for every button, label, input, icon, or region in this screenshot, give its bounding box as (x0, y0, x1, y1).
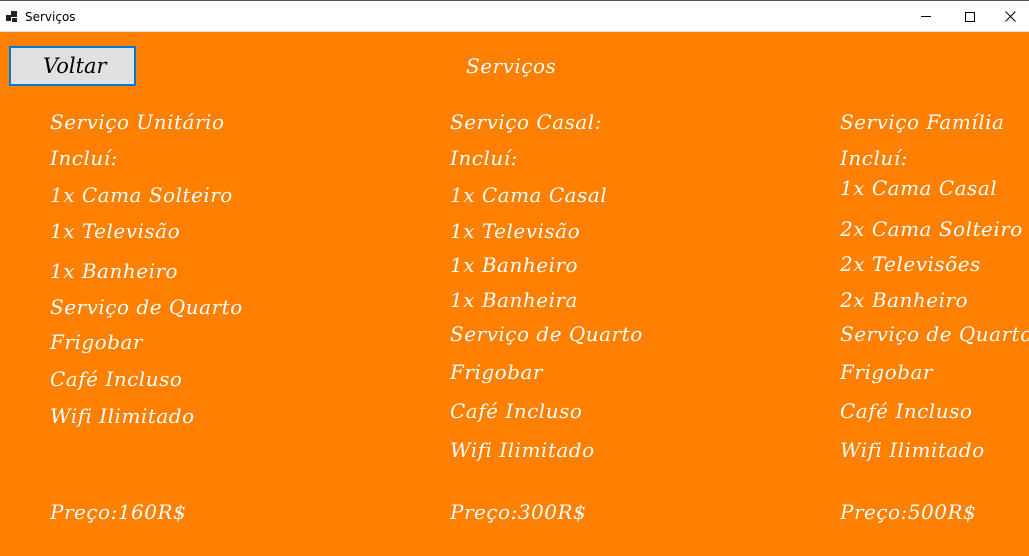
column-3-title: Serviço Família (840, 110, 1005, 134)
column-1-price: Preço:160R$ (50, 500, 187, 524)
column-2-item: Frigobar (450, 360, 543, 384)
column-3-item: 2x Televisões (840, 252, 981, 276)
column-3-item: Café Incluso (840, 399, 973, 423)
column-1-includes-label: Incluí: (50, 146, 118, 170)
back-button[interactable]: Voltar (9, 46, 136, 86)
column-2-includes-label: Incluí: (450, 146, 518, 170)
column-2-title: Serviço Casal: (450, 110, 602, 134)
minimize-button[interactable] (903, 1, 949, 32)
maximize-button[interactable] (947, 1, 993, 32)
window-title: Serviços (25, 10, 76, 24)
column-1-item: Café Incluso (50, 367, 183, 391)
column-1-title: Serviço Unitário (50, 110, 225, 134)
column-2-item: 1x Cama Casal (450, 183, 608, 207)
column-1-item: Wifi Ilimitado (50, 404, 195, 428)
column-3-includes-label: Incluí: (840, 146, 908, 170)
app-icon (6, 11, 18, 23)
client-area: Voltar Serviços Serviço Unitário Incluí:… (0, 32, 1029, 556)
title-bar[interactable]: Serviços (0, 0, 1029, 32)
close-icon (1004, 11, 1016, 22)
column-2-price: Preço:300R$ (450, 500, 587, 524)
column-3-price: Preço:500R$ (840, 500, 977, 524)
column-1-item: Serviço de Quarto (50, 295, 243, 319)
services-window: Serviços Voltar Serviços Serviço Unitári… (0, 0, 1029, 556)
column-3-item: 2x Cama Solteiro (840, 217, 1023, 241)
minimize-icon (921, 16, 931, 17)
column-2-item: 1x Televisão (450, 219, 581, 243)
column-2-item: 1x Banheira (450, 288, 578, 312)
column-2-item: Serviço de Quarto (450, 322, 643, 346)
column-1-item: 1x Banheiro (50, 259, 179, 283)
column-1-item: Frigobar (50, 330, 143, 354)
column-1-item: 1x Cama Solteiro (50, 183, 233, 207)
column-3-item: 2x Banheiro (840, 288, 969, 312)
column-3-item: 1x Cama Casal (840, 176, 998, 200)
column-2-item: Wifi Ilimitado (450, 438, 595, 462)
column-1-item: 1x Televisão (50, 219, 181, 243)
column-3-item: Serviço de Quarto (840, 322, 1029, 346)
maximize-icon (965, 11, 975, 22)
column-2-item: Café Incluso (450, 399, 583, 423)
column-3-item: Wifi Ilimitado (840, 438, 985, 462)
page-title: Serviços (466, 54, 557, 78)
column-3-item: Frigobar (840, 360, 933, 384)
column-2-item: 1x Banheiro (450, 253, 579, 277)
close-button[interactable] (991, 1, 1029, 32)
